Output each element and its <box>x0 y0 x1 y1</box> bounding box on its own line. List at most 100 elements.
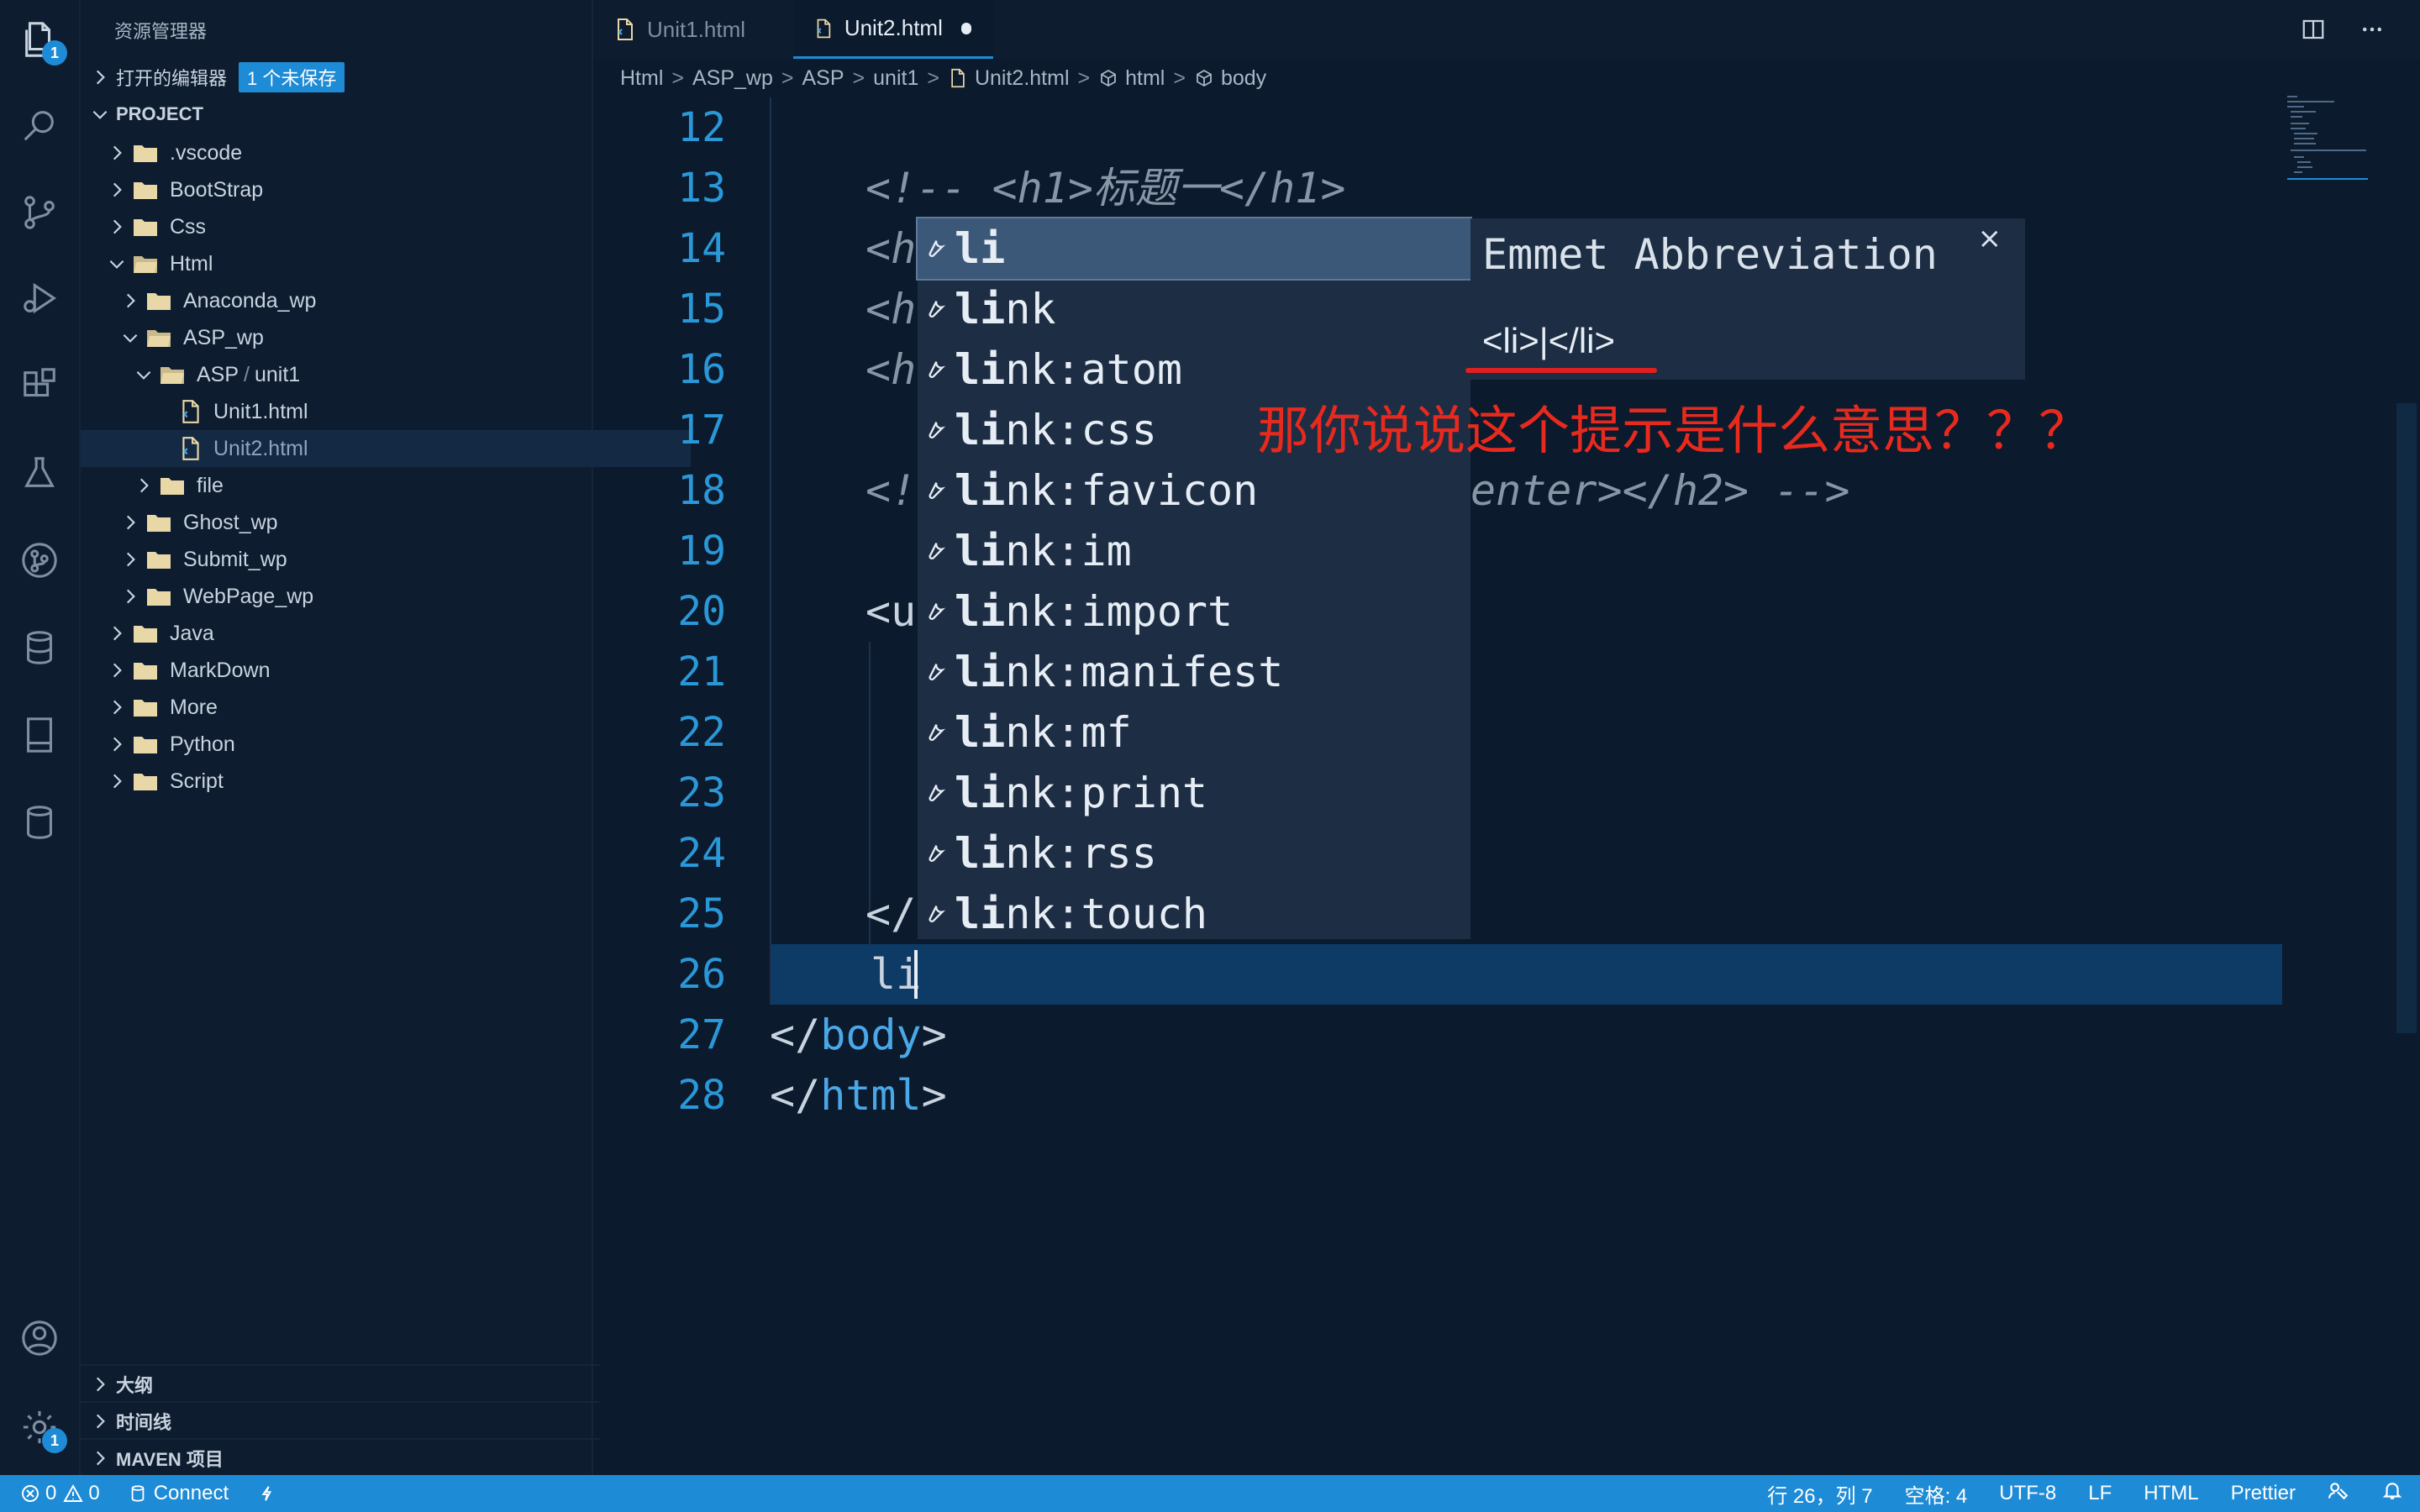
wrench-icon <box>929 724 946 741</box>
wrench-icon <box>929 664 946 680</box>
feedback-icon[interactable] <box>2328 1480 2349 1508</box>
tree-label: Python <box>170 732 235 756</box>
suggestion-item[interactable]: li nk <box>918 279 1470 339</box>
tree-label: Css <box>170 214 207 239</box>
tree-folder-asp-wp[interactable]: ASP_wp <box>81 319 630 356</box>
more-actions-icon[interactable] <box>2358 15 2386 44</box>
book-icon[interactable] <box>18 714 60 756</box>
folder-icon <box>133 734 158 754</box>
tree-folder-css[interactable]: Css <box>81 208 617 245</box>
folder-icon <box>133 623 158 643</box>
suggestion-item[interactable]: li nk:import <box>918 581 1470 642</box>
warning-count: 0 <box>88 1482 100 1504</box>
account-icon[interactable] <box>18 1317 60 1359</box>
tree-label: Ghost_wp <box>183 510 278 534</box>
tree-folder-file[interactable]: file <box>81 467 644 504</box>
plug-icon[interactable] <box>257 1483 276 1504</box>
vertical-scrollbar[interactable] <box>2396 403 2417 1033</box>
open-editors-label: 打开的编辑器 <box>116 68 228 89</box>
close-icon[interactable]: × <box>1978 222 2002 255</box>
suggestion-item[interactable]: li nk:favicon <box>918 460 1470 521</box>
suggestion-match: li <box>955 527 1006 575</box>
tree-folder-java[interactable]: Java <box>81 615 617 652</box>
chevron-down-icon <box>106 253 128 275</box>
line-number: 18 <box>677 467 726 514</box>
explorer-badge: 1 <box>42 40 67 66</box>
tree-folder-bootstrap[interactable]: BootStrap <box>81 171 617 208</box>
tree-folder-script[interactable]: Script <box>81 763 617 800</box>
indentation[interactable]: 空格: 4 <box>1905 1479 1968 1509</box>
suggestion-item[interactable]: li nk:touch <box>918 884 1470 944</box>
notifications-bell-icon[interactable] <box>2381 1480 2403 1508</box>
open-editors-section[interactable]: 打开的编辑器 1 个未保存 <box>81 59 600 96</box>
breadcrumb-item[interactable]: Unit2.html <box>975 66 1070 91</box>
tree-folder-python[interactable]: Python <box>81 726 617 763</box>
project-section[interactable]: PROJECT <box>81 96 600 133</box>
source-control-icon[interactable] <box>18 192 60 234</box>
suggestion-item[interactable]: li nk:print <box>918 763 1470 823</box>
suggestion-match: li <box>955 285 1006 333</box>
breadcrumb-item[interactable]: body <box>1221 66 1266 91</box>
section-label: 大纲 <box>116 1375 154 1396</box>
chevron-down-icon <box>89 103 111 125</box>
breadcrumb-item[interactable]: Html <box>620 66 663 91</box>
suggestion-item[interactable]: li nk:im <box>918 521 1470 581</box>
encoding[interactable]: UTF-8 <box>1999 1482 2056 1505</box>
tree-folder-ghost[interactable]: Ghost_wp <box>81 504 630 541</box>
formatter[interactable]: Prettier <box>2231 1482 2296 1505</box>
cursor-position[interactable]: 行 26，列 7 <box>1767 1479 1872 1509</box>
suggestion-item[interactable]: li nk:manifest <box>918 642 1470 702</box>
testing-icon[interactable] <box>18 452 60 494</box>
tree-folder-submit[interactable]: Submit_wp <box>81 541 630 578</box>
connect-item[interactable]: Connect <box>129 1482 229 1505</box>
git-graph-icon[interactable] <box>18 539 60 581</box>
explorer-icon[interactable]: 1 <box>18 18 67 66</box>
tab-unit2[interactable]: Unit2.html <box>793 0 993 59</box>
cylinder-icon[interactable] <box>18 801 60 843</box>
problems-indicator[interactable]: 0 0 <box>20 1482 100 1505</box>
element-cube-icon <box>1197 69 1212 87</box>
error-count: 0 <box>45 1482 57 1504</box>
tree-folder-markdown[interactable]: MarkDown <box>81 652 617 689</box>
chevron-right-icon <box>106 179 128 201</box>
maven-section[interactable]: MAVEN 项目 <box>81 1438 600 1477</box>
wrench-icon <box>929 361 946 378</box>
timeline-section[interactable]: 时间线 <box>81 1401 600 1440</box>
wrench-icon <box>929 240 946 257</box>
suggestion-item[interactable]: li nk:rss <box>918 823 1470 884</box>
chevron-right-icon: > <box>1173 66 1186 90</box>
code-token: body <box>820 1011 922 1059</box>
indent-guide <box>770 97 771 1005</box>
extensions-icon[interactable] <box>18 365 60 407</box>
tree-folder-vscode[interactable]: .vscode <box>81 134 617 171</box>
settings-gear-icon[interactable]: 1 <box>18 1406 67 1453</box>
breadcrumb-item[interactable]: ASP <box>802 66 844 91</box>
tree-folder-html[interactable]: Html <box>81 245 617 282</box>
end-of-line[interactable]: LF <box>2088 1482 2112 1505</box>
database-icon[interactable] <box>18 627 60 669</box>
split-editor-icon[interactable] <box>2299 15 2328 44</box>
line-number: 28 <box>677 1072 726 1119</box>
code-token: </ <box>770 1071 821 1120</box>
breadcrumb-item[interactable]: unit1 <box>873 66 918 91</box>
suggestion-rest: nk:im <box>1005 527 1132 575</box>
unsaved-dot-icon[interactable] <box>960 22 971 34</box>
language-mode[interactable]: HTML <box>2144 1482 2198 1505</box>
suggestion-item[interactable]: li nk:mf <box>918 702 1470 763</box>
search-icon[interactable] <box>18 104 60 146</box>
annotation-text: 那你说说这个提示是什么意思？？？ <box>1257 400 2091 461</box>
minimap[interactable] <box>2284 94 2368 186</box>
folder-icon <box>133 217 158 237</box>
tree-folder-asp-unit1[interactable]: ASP / unit1 <box>81 356 644 393</box>
line-number: 22 <box>677 709 726 756</box>
tab-label: Unit1.html <box>647 16 746 42</box>
breadcrumb-item[interactable]: html <box>1125 66 1165 91</box>
run-debug-icon[interactable] <box>18 277 60 319</box>
tree-folder-more[interactable]: More <box>81 689 617 726</box>
breadcrumb-item[interactable]: ASP_wp <box>692 66 773 91</box>
tree-folder-webpage[interactable]: WebPage_wp <box>81 578 630 615</box>
suggestion-item[interactable]: li <box>916 217 1472 281</box>
code-line-15: <h <box>865 285 917 333</box>
tree-folder-anaconda[interactable]: Anaconda_wp <box>81 282 630 319</box>
outline-section[interactable]: 大纲 <box>81 1364 600 1403</box>
